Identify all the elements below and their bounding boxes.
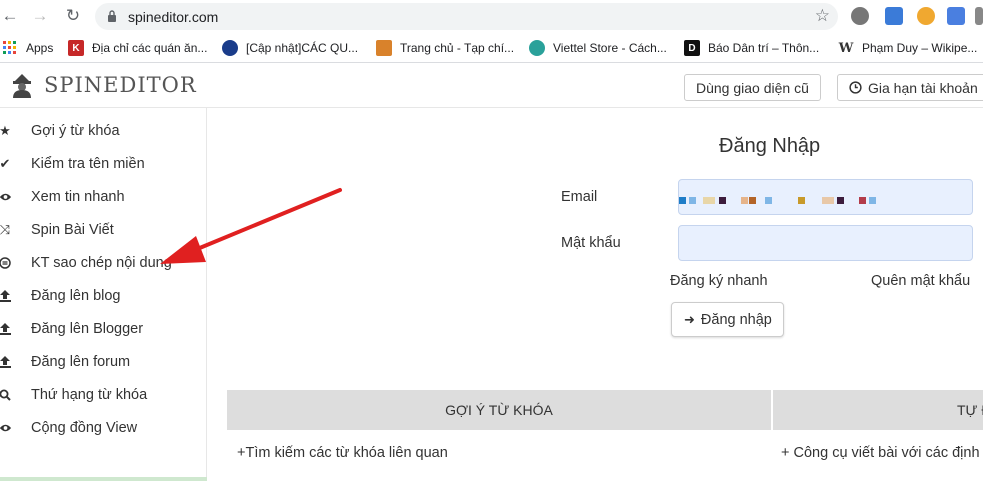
sidebar-item-quick-news[interactable]: Xem tin nhanh [0, 180, 207, 213]
upload-icon [0, 322, 12, 336]
login-title: Đăng Nhập [719, 135, 821, 157]
features-col2-header: TỰ Đ [773, 390, 983, 430]
bookmark-apps[interactable]: Apps [2, 40, 53, 56]
copyright-icon [0, 256, 12, 270]
sidebar-item-label: Spin Bài Viết [31, 221, 114, 238]
features-col1-header: GỢI Ý TỪ KHÓA [227, 390, 771, 430]
sidebar-item-label: Gợi ý từ khóa [31, 122, 120, 139]
extension-menu-icon[interactable] [975, 7, 983, 25]
check-icon: ✔ [0, 155, 11, 171]
email-label: Email [561, 189, 598, 205]
quick-register-link[interactable]: Đăng ký nhanh [670, 273, 768, 289]
sidebar-item-post-blog[interactable]: Đăng lên blog [0, 279, 207, 312]
login-button-label: Đăng nhập [700, 311, 772, 328]
shuffle-icon: ⤨ [0, 221, 11, 237]
renew-account-button[interactable]: Gia hạn tài khoản [837, 74, 983, 101]
bookmark-label: Viettel Store - Cách... [553, 41, 667, 55]
bookmark-tap-chi[interactable]: Trang chủ - Tạp chí... [376, 40, 514, 56]
forgot-password-link[interactable]: Quên mật khẩu [871, 273, 970, 289]
bookmark-label: Báo Dân trí – Thôn... [708, 41, 820, 55]
email-field[interactable] [678, 179, 973, 215]
clock-icon [849, 81, 862, 94]
sidebar-item-post-forum[interactable]: Đăng lên forum [0, 345, 207, 378]
house-favicon [376, 40, 392, 56]
eye-icon [0, 190, 12, 204]
search-icon [0, 388, 12, 402]
sidebar-item-label: Kiểm tra tên miền [31, 155, 145, 172]
arrow-right-icon: ➜ [684, 311, 695, 327]
login-button[interactable]: ➜ Đăng nhập [671, 302, 784, 337]
sidebar-item-domain-check[interactable]: ✔ Kiểm tra tên miền [0, 147, 207, 180]
sidebar: ★ Gợi ý từ khóa ✔ Kiểm tra tên miền Xem … [0, 108, 207, 481]
sidebar-item-community-view[interactable]: Cộng đồng View [0, 411, 207, 444]
bookmark-dan-tri[interactable]: D Báo Dân trí – Thôn... [684, 40, 819, 56]
bookmark-label: [Cập nhật]CÁC QU... [246, 41, 359, 55]
sidebar-item-label: Đăng lên forum [31, 353, 131, 370]
forward-arrow-icon[interactable]: → [30, 6, 50, 26]
wikipedia-icon: W [838, 40, 854, 56]
extension-gear-icon[interactable] [851, 7, 869, 25]
reload-icon[interactable]: ↻ [63, 6, 83, 26]
bookmarks-bar: Apps K Địa chỉ các quán ăn... [Cập nhật]… [0, 33, 983, 63]
circle-favicon [222, 40, 238, 56]
brand-name: SPINEDITOR [44, 73, 197, 97]
old-ui-button[interactable]: Dùng giao diện cũ [684, 74, 821, 101]
brand[interactable]: SPINEDITOR [10, 72, 197, 98]
back-arrow-icon[interactable]: ← [0, 6, 20, 26]
k-favicon: K [68, 40, 84, 56]
bookmark-label: Phạm Duy – Wikipe... [862, 41, 978, 55]
bookmark-quan-an[interactable]: K Địa chỉ các quán ăn... [68, 40, 207, 56]
sidebar-item-label: Đăng lên blog [31, 287, 121, 304]
features-col1-row1: +Tìm kiếm các từ khóa liên quan [237, 445, 448, 461]
bookmark-star-icon[interactable]: ☆ [815, 6, 830, 26]
url-text: spineditor.com [128, 9, 219, 25]
bookmark-viettel[interactable]: Viettel Store - Cách... [529, 40, 667, 56]
sidebar-item-label: KT sao chép nội dung [31, 254, 172, 271]
bookmark-label: Trang chủ - Tạp chí... [400, 41, 515, 55]
sidebar-item-label: Đăng lên Blogger [31, 320, 144, 337]
renew-account-label: Gia hạn tài khoản [868, 79, 978, 96]
browser-toolbar: ← → ↻ spineditor.com ☆ [0, 0, 983, 33]
extension-translate-icon[interactable] [947, 7, 965, 25]
sidebar-item-copy-check[interactable]: KT sao chép nội dung [0, 246, 207, 279]
sidebar-item-keyword-suggest[interactable]: ★ Gợi ý từ khóa [0, 114, 207, 147]
eye-icon [0, 421, 12, 435]
sidebar-item-label: Cộng đồng View [31, 419, 138, 436]
upload-icon [0, 355, 12, 369]
bookmark-label: Apps [26, 41, 54, 55]
sidebar-footer-strip [0, 477, 207, 481]
bookmark-pham-duy[interactable]: W Phạm Duy – Wikipe... [838, 40, 978, 56]
apps-grid-icon [2, 40, 18, 56]
d-favicon: D [684, 40, 700, 56]
password-label: Mật khẩu [561, 235, 621, 251]
address-bar[interactable]: spineditor.com ☆ [95, 3, 838, 30]
star-icon: ★ [0, 122, 11, 138]
password-field[interactable] [678, 225, 973, 261]
site-header: SPINEDITOR Dùng giao diện cũ Gia hạn tài… [0, 64, 983, 108]
viettel-favicon [529, 40, 545, 56]
bookmark-label: Địa chỉ các quán ăn... [92, 41, 208, 55]
sidebar-item-post-blogger[interactable]: Đăng lên Blogger [0, 312, 207, 345]
bookmark-cap-nhat[interactable]: [Cập nhật]CÁC QU... [222, 40, 358, 56]
spy-logo-icon [13, 74, 31, 98]
sidebar-item-label: Xem tin nhanh [31, 188, 125, 205]
extension-fruit-icon[interactable] [917, 7, 935, 25]
lock-icon [108, 10, 116, 22]
sidebar-item-keyword-rank[interactable]: Thứ hạng từ khóa [0, 378, 207, 411]
extension-chart-icon[interactable] [885, 7, 903, 25]
upload-icon [0, 289, 12, 303]
sidebar-item-label: Thứ hạng từ khóa [31, 386, 148, 403]
sidebar-item-spin-article[interactable]: ⤨ Spin Bài Viết [0, 213, 207, 246]
features-col2-row1: + Công cụ viết bài với các định d [781, 445, 983, 461]
